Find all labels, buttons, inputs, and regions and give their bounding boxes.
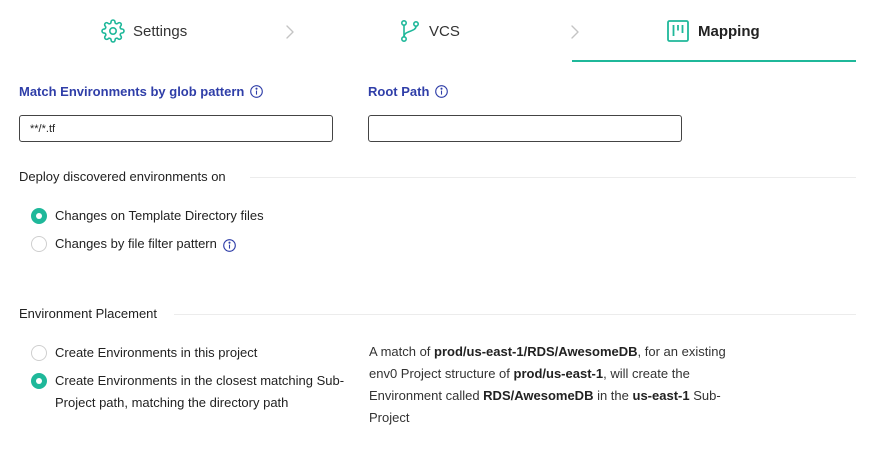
radio-button[interactable]: [31, 345, 47, 361]
step-settings[interactable]: Settings: [101, 14, 187, 48]
wizard-stepper: Settings VCS Mapping: [0, 0, 872, 62]
radio-button-checked[interactable]: [31, 373, 47, 389]
desc-bold: us-east-1: [632, 388, 690, 403]
step-vcs[interactable]: VCS: [399, 14, 460, 48]
radio-changes-template-dir[interactable]: Changes on Template Directory files: [31, 205, 264, 227]
placement-description: A match of prod/us-east-1/RDS/AwesomeDB,…: [369, 341, 729, 429]
desc-bold: prod/us-east-1/RDS/AwesomeDB: [434, 344, 638, 359]
kanban-board-icon: [666, 19, 690, 43]
radio-create-in-project[interactable]: Create Environments in this project: [31, 342, 257, 364]
info-icon[interactable]: [250, 85, 264, 98]
git-branch-icon: [399, 19, 421, 43]
step-settings-label: Settings: [133, 22, 188, 40]
radio-label: Create Environments in the closest match…: [55, 373, 345, 410]
divider: [250, 177, 856, 178]
desc-text: A match of: [369, 344, 435, 359]
desc-bold: prod/us-east-1: [513, 366, 604, 381]
glob-pattern-input[interactable]: [19, 115, 333, 142]
radio-label: Changes on Template Directory files: [55, 208, 264, 223]
chevron-right-icon: [570, 24, 580, 45]
info-icon[interactable]: [435, 85, 449, 98]
step-vcs-label: VCS: [429, 22, 460, 40]
chevron-right-icon: [285, 24, 295, 45]
glob-pattern-label: Match Environments by glob pattern: [19, 84, 264, 99]
radio-button-checked[interactable]: [31, 208, 47, 224]
active-step-indicator: [572, 60, 856, 62]
desc-text: in the: [593, 388, 633, 403]
divider: [174, 314, 856, 315]
step-mapping-label: Mapping: [698, 22, 760, 40]
deploy-section-title: Deploy discovered environments on: [19, 169, 226, 184]
radio-label: Changes by file filter pattern: [55, 236, 217, 251]
radio-label: Create Environments in this project: [55, 345, 258, 360]
gear-icon: [101, 19, 125, 43]
desc-bold: RDS/AwesomeDB: [483, 388, 594, 403]
info-icon[interactable]: [223, 237, 236, 252]
placement-section-title: Environment Placement: [19, 306, 158, 321]
root-path-input[interactable]: [368, 115, 682, 142]
glob-pattern-label-text: Match Environments by glob pattern: [19, 84, 245, 99]
radio-button[interactable]: [31, 236, 47, 252]
root-path-label: Root Path: [368, 84, 449, 99]
radio-create-in-closest-subproject[interactable]: Create Environments in the closest match…: [31, 370, 355, 414]
root-path-label-text: Root Path: [368, 84, 430, 99]
radio-changes-file-filter[interactable]: Changes by file filter pattern: [31, 233, 236, 255]
step-mapping[interactable]: Mapping: [666, 14, 760, 48]
